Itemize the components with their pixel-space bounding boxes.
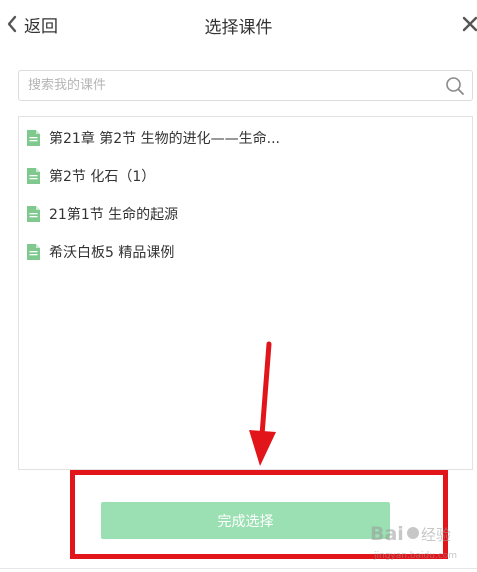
dialog-title: 选择课件: [204, 18, 273, 38]
list-item[interactable]: 第2节 化石（1）: [27, 164, 155, 188]
document-icon: [27, 206, 40, 222]
close-icon: [462, 16, 477, 37]
footer-divider: [0, 568, 477, 569]
svg-text:jingyan.baidu.com: jingyan.baidu.com: [373, 551, 457, 561]
confirm-selection-button[interactable]: 完成选择: [101, 502, 390, 539]
document-icon: [27, 168, 40, 184]
close-button[interactable]: [462, 15, 477, 33]
list-item[interactable]: 希沃白板5 精品课例: [27, 240, 174, 264]
list-item[interactable]: 第21章 第2节 生物的进化——生命...: [27, 126, 280, 150]
dialog-header: 返回 选择课件: [0, 0, 477, 52]
search-box: [18, 70, 473, 101]
select-courseware-dialog: 返回 选择课件 搜索我的课件 第21章 第2节 生物的进化——生命... 第2节…: [0, 0, 477, 572]
svg-text:经验: 经验: [421, 526, 451, 544]
search-input[interactable]: [19, 71, 439, 100]
list-item-label: 希沃白板5 精品课例: [49, 245, 175, 261]
list-item[interactable]: 21第1节 生命的起源: [27, 202, 178, 226]
document-icon: [27, 244, 40, 260]
list-item-label: 第21章 第2节 生物的进化——生命...: [49, 131, 280, 147]
document-icon: [27, 130, 40, 146]
search-icon[interactable]: [445, 76, 465, 96]
courseware-list: 第21章 第2节 生物的进化——生命... 第2节 化石（1） 21第1节 生命…: [18, 116, 473, 470]
list-item-label: 21第1节 生命的起源: [49, 207, 179, 223]
list-item-label: 第2节 化石（1）: [49, 169, 156, 185]
